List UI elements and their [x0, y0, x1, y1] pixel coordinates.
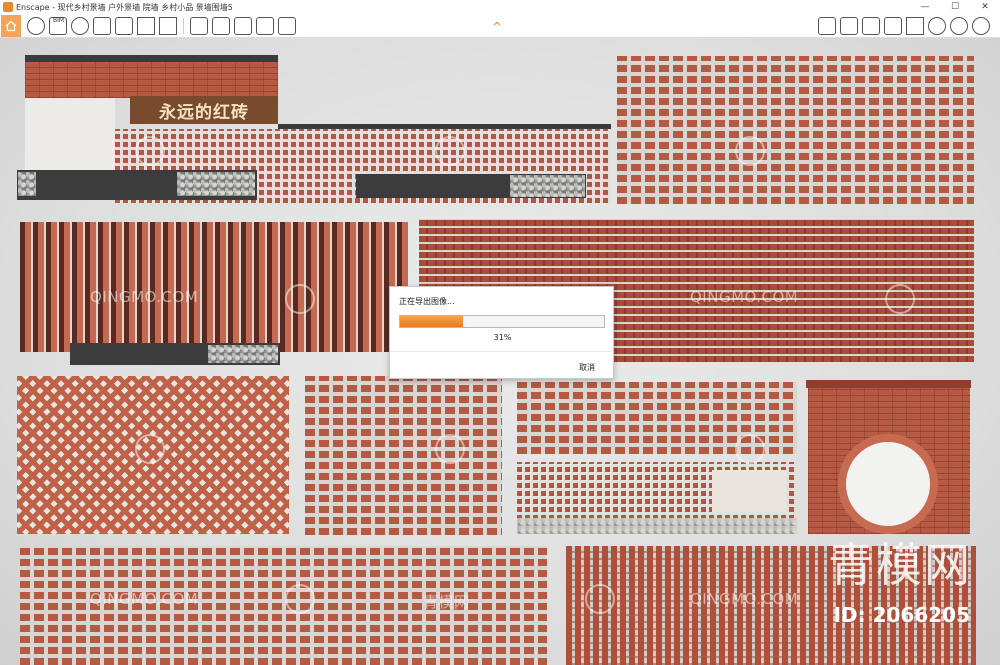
progress-percent: 31% — [493, 333, 512, 342]
light-view-button[interactable] — [115, 16, 133, 35]
grid-brick-screen — [305, 376, 502, 535]
watermark-logo-icon — [435, 434, 465, 464]
views-button[interactable] — [862, 17, 880, 35]
materials-button[interactable] — [27, 16, 45, 35]
title-bar: Enscape - 现代乡村景墙 户外景墙 院墙 乡村小品 景墙围墙5 — ☐ … — [0, 0, 1000, 14]
watermark-text: QINGMO.COM — [690, 590, 799, 608]
stone-base — [517, 518, 797, 534]
plaque-panel — [712, 470, 786, 512]
batch-render-button[interactable] — [212, 16, 230, 35]
m-button[interactable] — [906, 17, 924, 35]
watermark-text: QINGMO.COM — [90, 288, 199, 306]
bim-button[interactable]: BIM — [49, 16, 67, 35]
slatted-brick-wall — [20, 222, 408, 352]
gate-coping — [806, 380, 971, 388]
video-export-button[interactable] — [234, 16, 252, 35]
screenshot-button[interactable] — [190, 16, 208, 35]
brick-sign: 永远的红砖 — [130, 96, 278, 124]
watermark-text-cn: 青模网 — [423, 593, 470, 611]
watermark-text: QINGMO.COM — [690, 288, 799, 306]
perforated-brick-panel — [617, 56, 974, 204]
watermark-logo-icon — [885, 284, 915, 314]
moon-gate-opening — [838, 434, 938, 534]
window-title: Enscape - 现代乡村景墙 户外景墙 院墙 乡村小品 景墙围墙5 — [16, 2, 233, 12]
big-watermark: 青模网 — [828, 538, 972, 592]
stone-gabion — [510, 175, 585, 197]
stone-gabion — [177, 172, 255, 196]
progress-bar — [399, 315, 605, 328]
close-button[interactable]: ✕ — [970, 0, 1000, 14]
home-icon — [5, 20, 17, 31]
panorama-button[interactable] — [256, 16, 274, 35]
settings-button[interactable] — [950, 17, 968, 35]
watermark-logo-icon — [435, 136, 465, 166]
toolbar-divider — [183, 17, 184, 34]
watermark-logo-icon — [135, 136, 165, 166]
dialog-divider — [390, 351, 613, 352]
watermark-text: QINGMO.COM — [90, 590, 199, 608]
brick-wall-top — [25, 62, 278, 98]
sync-button[interactable] — [928, 17, 946, 35]
wall-coping — [25, 55, 278, 62]
watermark-logo-icon — [285, 584, 315, 614]
toolbar-right-group — [816, 17, 992, 35]
cancel-button[interactable]: 取消 — [579, 362, 595, 373]
export-progress-dialog: 正在导出图像... 31% 取消 — [389, 286, 614, 379]
model-id-label: ID: 2066205 — [833, 603, 970, 627]
collapse-chevron-icon[interactable]: ^ — [492, 20, 502, 34]
white-plaster-wall — [25, 98, 115, 170]
watermark-logo-icon — [285, 284, 315, 314]
minimize-button[interactable]: — — [910, 0, 940, 14]
asset-library-button[interactable] — [93, 16, 111, 35]
cube-button[interactable] — [884, 17, 902, 35]
export-button[interactable] — [278, 16, 296, 35]
clapboard-button[interactable] — [159, 16, 177, 35]
watermark-logo-icon — [585, 584, 615, 614]
stone-gabion — [208, 345, 278, 363]
toolbar: BIM ^ — [0, 14, 1000, 38]
book-button[interactable] — [818, 17, 836, 35]
watermark-logo-icon — [735, 434, 765, 464]
watermark-logo-icon — [135, 434, 165, 464]
watermark-logo-icon — [735, 136, 765, 166]
visual-settings-button[interactable] — [840, 17, 858, 35]
stone-gabion — [18, 172, 36, 196]
help-button[interactable] — [972, 17, 990, 35]
dialog-title: 正在导出图像... — [399, 297, 455, 306]
maximize-button[interactable]: ☐ — [940, 0, 970, 14]
progress-bar-fill — [400, 316, 464, 327]
building-button[interactable] — [137, 16, 155, 35]
binoculars-button[interactable] — [71, 16, 89, 35]
enscape-logo-icon — [3, 2, 13, 12]
home-button[interactable] — [1, 14, 21, 37]
